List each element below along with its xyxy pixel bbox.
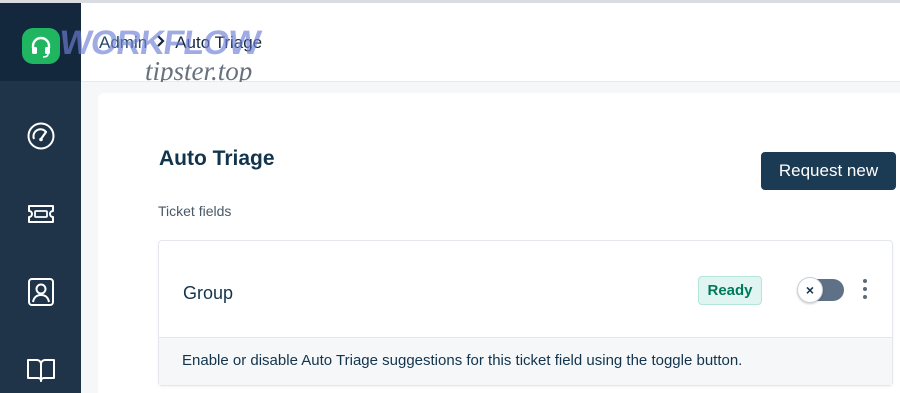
- sidebar-logo-area: [0, 3, 81, 81]
- headset-icon: [31, 36, 51, 58]
- breadcrumb-admin-link[interactable]: Admin: [99, 33, 147, 53]
- toggle-off-icon: ×: [797, 277, 823, 303]
- field-name: Group: [183, 283, 234, 303]
- status-badge: Ready: [698, 276, 762, 305]
- chevron-right-icon: [156, 33, 166, 53]
- freshdesk-logo[interactable]: [22, 28, 60, 64]
- field-description-area: Enable or disable Auto Triage suggestion…: [159, 337, 892, 385]
- section-label-ticket-fields: Ticket fields: [158, 203, 232, 219]
- knowledge-base-icon: [27, 359, 55, 382]
- more-options-icon[interactable]: [858, 279, 872, 303]
- ticket-field-card: Group Ready × Enable or disable Auto Tri…: [158, 240, 893, 386]
- header: Admin Auto Triage: [81, 3, 900, 82]
- auto-triage-toggle[interactable]: ×: [797, 277, 844, 303]
- sidebar-item-contacts[interactable]: [25, 276, 57, 308]
- sidebar-item-dashboard[interactable]: [25, 120, 57, 152]
- request-new-button[interactable]: Request new: [761, 152, 896, 190]
- dashboard-icon: [27, 122, 55, 150]
- sidebar-item-knowledge-base[interactable]: [25, 354, 57, 386]
- contacts-icon: [28, 278, 54, 306]
- field-description: Enable or disable Auto Triage suggestion…: [182, 352, 743, 369]
- tickets-icon: [28, 205, 54, 223]
- sidebar-item-tickets[interactable]: [25, 198, 57, 230]
- sidebar: [0, 3, 81, 393]
- breadcrumb-current: Auto Triage: [175, 33, 263, 52]
- breadcrumb: Admin Auto Triage: [99, 33, 262, 53]
- page-title: Auto Triage: [159, 147, 275, 170]
